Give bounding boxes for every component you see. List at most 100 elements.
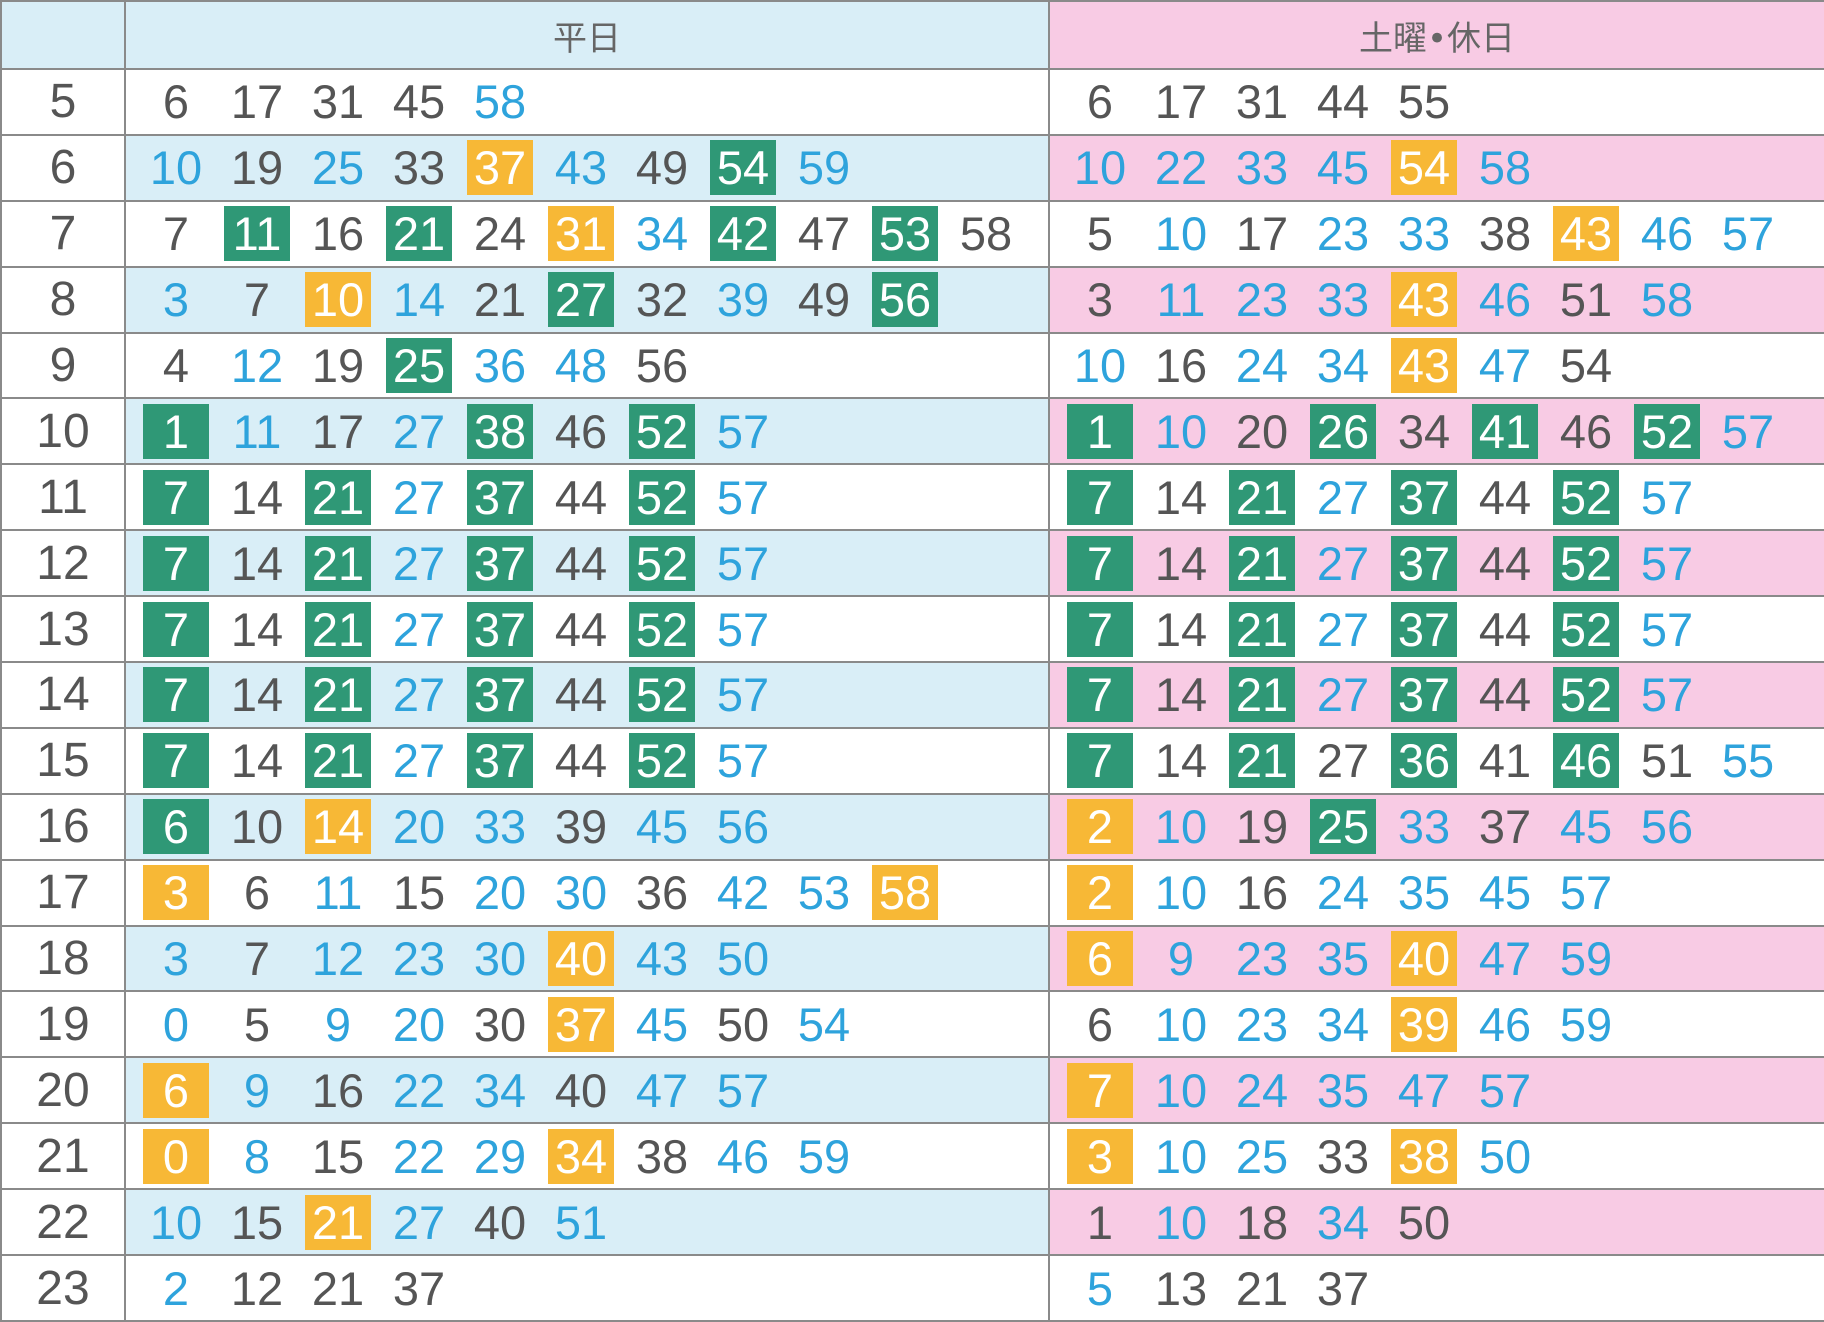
departure-minute: 57: [716, 404, 770, 458]
departure-minute: 3: [162, 932, 190, 986]
departure-minute: 12: [311, 932, 365, 986]
departure-minute: 41: [1478, 734, 1532, 788]
weekday-minutes-cell: 10 15 21 27 40 51: [124, 1188, 1050, 1257]
departure-minute: 35: [1316, 1063, 1370, 1117]
holiday-minutes-cell: 5 10 17 23 33 38 43 46 57: [1048, 199, 1824, 268]
weekday-minutes-list: 4 12 19 25 36 48 56: [127, 335, 1047, 397]
weekday-minutes-cell: 7 14 21 27 37 44 52 57: [124, 595, 1050, 664]
departure-minute: 27: [392, 668, 446, 722]
holiday-minutes-cell: 1 10 20 26 34 41 46 52 57: [1048, 397, 1824, 466]
departure-minute: 41: [1472, 403, 1538, 459]
hour-row: 12 7 14 21 27 37 44 52 57 7 14 21 27 37 44 52 57: [0, 529, 1824, 598]
departure-minute: 0: [143, 1128, 209, 1184]
departure-minute: 37: [467, 140, 533, 196]
departure-minute: 37: [467, 535, 533, 591]
departure-minute: 27: [1316, 602, 1370, 656]
hour-label: 12: [0, 529, 126, 598]
weekday-minutes-list: 6 9 16 22 34 40 47 57: [127, 1059, 1047, 1121]
departure-minute: 16: [1154, 339, 1208, 392]
departure-minute: 27: [548, 272, 614, 328]
departure-minute: 6: [143, 1062, 209, 1118]
departure-minute: 37: [392, 1261, 446, 1315]
departure-minute: 21: [1229, 601, 1295, 657]
departure-minute: 51: [554, 1195, 608, 1249]
departure-minute: 14: [305, 799, 371, 855]
departure-minute: 11: [313, 866, 363, 920]
hour-row: 16 6 10 14 20 33 39 45 56 2 10 19 25 33 37 45 56: [0, 792, 1824, 861]
departure-minute: 25: [1235, 1129, 1289, 1183]
holiday-minutes-list: 7 14 21 27 37 44 52 57: [1051, 466, 1823, 528]
departure-minute: 34: [635, 207, 689, 261]
departure-minute: 46: [1553, 733, 1619, 789]
departure-minute: 1: [1067, 403, 1133, 459]
departure-minute: 46: [554, 404, 608, 458]
holiday-minutes-list: 7 10 24 35 47 57: [1051, 1059, 1823, 1121]
departure-minute: 14: [1154, 602, 1208, 656]
departure-minute: 33: [1235, 141, 1289, 195]
holiday-minutes-list: 10 22 33 45 54 58: [1051, 137, 1823, 199]
hour-row: 11 7 14 21 27 37 44 52 57 7 14 21 27 37 44 52 57: [0, 463, 1824, 532]
header-row: 平日 土曜•休日: [0, 0, 1824, 70]
departure-minute: 7: [143, 601, 209, 657]
departure-minute: 22: [1154, 141, 1208, 195]
holiday-minutes-list: 5 10 17 23 33 38 43 46 57: [1051, 203, 1823, 265]
departure-minute: 52: [629, 733, 695, 789]
departure-minute: 3: [143, 865, 209, 921]
departure-minute: 20: [392, 800, 446, 854]
departure-minute: 56: [716, 800, 770, 854]
departure-minute: 36: [473, 339, 527, 392]
weekday-minutes-list: 7 14 21 27 37 44 52 57: [127, 664, 1047, 726]
hour-label: 14: [0, 661, 126, 729]
departure-minute: 44: [554, 734, 608, 788]
departure-minute: 44: [554, 536, 608, 590]
departure-minute: 45: [1478, 866, 1532, 920]
departure-minute: 59: [1559, 997, 1613, 1051]
weekday-minutes-cell: 7 14 21 27 37 44 52 57: [124, 463, 1050, 532]
departure-minute: 55: [1721, 734, 1775, 788]
departure-minute: 10: [1154, 207, 1208, 261]
weekday-minutes-list: 2 12 21 37: [127, 1257, 1047, 1319]
hour-row: 6 10 19 25 33 37 43 49 54 59 10 22 33 45 54 58: [0, 133, 1824, 202]
departure-minute: 34: [1316, 339, 1370, 392]
hour-row: 14 7 14 21 27 37 44 52 57 7 14 21 27 37 44 52 57: [0, 661, 1824, 729]
departure-minute: 23: [1316, 207, 1370, 261]
hour-label: 11: [0, 463, 126, 532]
holiday-minutes-cell: 1 10 18 34 50: [1048, 1188, 1824, 1257]
departure-minute: 42: [716, 866, 770, 920]
departure-minute: 34: [1397, 404, 1451, 458]
departure-minute: 15: [392, 866, 446, 920]
holiday-minutes-cell: 7 14 21 27 36 41 46 51 55: [1048, 726, 1824, 795]
departure-minute: 33: [1397, 207, 1451, 261]
weekday-minutes-list: 7 14 21 27 37 44 52 57: [127, 532, 1047, 594]
departure-minute: 37: [1391, 667, 1457, 723]
departure-minute: 44: [554, 668, 608, 722]
departure-minute: 11: [1156, 273, 1206, 327]
departure-minute: 58: [1640, 273, 1694, 327]
departure-minute: 38: [1478, 207, 1532, 261]
departure-minute: 47: [1478, 932, 1532, 986]
departure-minute: 5: [1086, 1261, 1114, 1315]
departure-minute: 46: [1478, 997, 1532, 1051]
weekday-minutes-list: 7 14 21 27 37 44 52 57: [127, 730, 1047, 792]
departure-minute: 21: [1235, 1261, 1289, 1315]
departure-minute: 17: [230, 75, 284, 129]
departure-minute: 14: [230, 470, 284, 524]
departure-minute: 46: [1640, 207, 1694, 261]
hour-label: 13: [0, 595, 126, 664]
weekday-minutes-cell: 0 8 15 22 29 34 38 46 59: [124, 1122, 1050, 1191]
departure-minute: 16: [1235, 866, 1289, 920]
hour-row: 10 1 11 17 27 38 46 52 57 1 10 20 26 34 41 46 52 57: [0, 397, 1824, 466]
departure-minute: 31: [548, 206, 614, 262]
departure-minute: 35: [1397, 866, 1451, 920]
departure-minute: 6: [1086, 997, 1114, 1051]
departure-minute: 36: [635, 866, 689, 920]
departure-minute: 45: [392, 75, 446, 129]
holiday-minutes-list: 7 14 21 27 37 44 52 57: [1051, 532, 1823, 594]
departure-minute: 54: [1391, 140, 1457, 196]
holiday-minutes-cell: 7 14 21 27 37 44 52 57: [1048, 661, 1824, 729]
departure-minute: 34: [1316, 997, 1370, 1051]
departure-minute: 46: [1559, 404, 1613, 458]
holiday-minutes-cell: 7 14 21 27 37 44 52 57: [1048, 529, 1824, 598]
holiday-minutes-list: 3 11 23 33 43 46 51 58: [1051, 269, 1823, 331]
departure-minute: 26: [1310, 403, 1376, 459]
